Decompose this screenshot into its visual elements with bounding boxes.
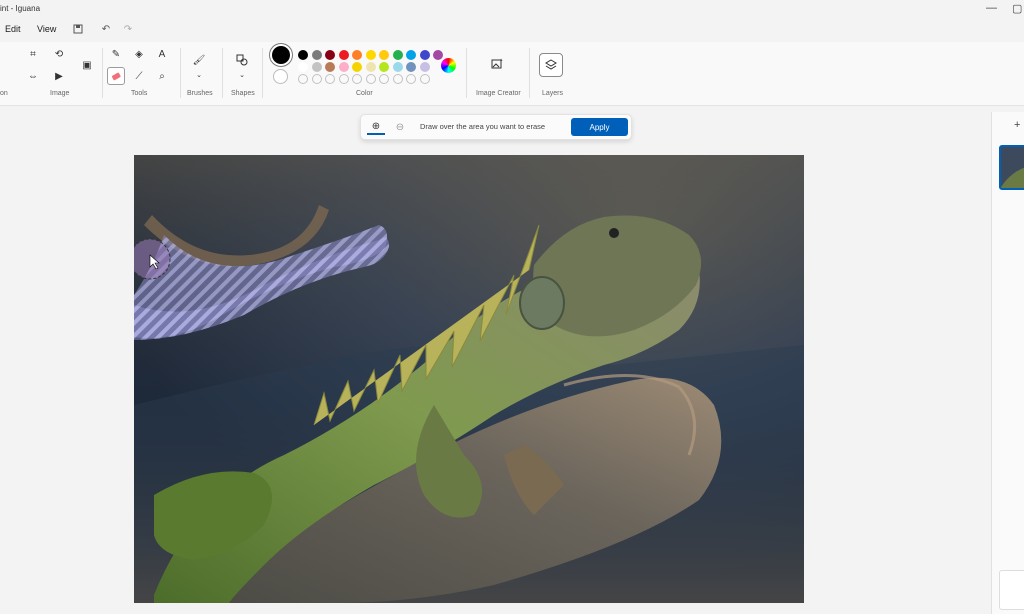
- window-title: int - Iguana: [0, 4, 41, 13]
- color-swatch[interactable]: [298, 62, 308, 72]
- secondary-color-swatch[interactable]: [273, 69, 288, 84]
- save-icon[interactable]: [70, 21, 86, 37]
- custom-color-slot[interactable]: [298, 74, 308, 84]
- drawing-canvas[interactable]: [134, 155, 804, 603]
- crop-icon[interactable]: ⌗: [24, 45, 42, 63]
- color-swatch[interactable]: [406, 50, 416, 60]
- custom-color-slot[interactable]: [392, 74, 403, 84]
- custom-color-slot[interactable]: [419, 74, 430, 84]
- color-swatch[interactable]: [433, 50, 443, 60]
- group-label-color: Color: [356, 90, 373, 97]
- color-swatch[interactable]: [365, 50, 376, 60]
- color-swatch[interactable]: [406, 62, 416, 72]
- text-icon[interactable]: A: [153, 45, 171, 63]
- color-swatch[interactable]: [392, 62, 403, 72]
- select-icon[interactable]: ▶: [50, 67, 68, 85]
- color-swatch[interactable]: [338, 50, 349, 60]
- edit-colors-icon[interactable]: [441, 58, 456, 73]
- undo-icon[interactable]: ↶: [98, 21, 114, 37]
- remove-background-icon[interactable]: ▣: [78, 56, 96, 74]
- ribbon: on ⌗ ⟲ ⇔ ▶ ▣ Image ✎ ◈ A ⟋ ⌕ Tools 🖌︎ ⌄ …: [0, 42, 1024, 106]
- group-label-layers: Layers: [542, 90, 564, 97]
- custom-color-slot[interactable]: [379, 74, 389, 84]
- svg-text:✦: ✦: [499, 58, 503, 64]
- color-swatch[interactable]: [311, 50, 322, 60]
- menu-bar: Edit View ↶ ↷: [0, 18, 1024, 42]
- color-swatch[interactable]: [379, 50, 389, 60]
- custom-color-slot[interactable]: [338, 74, 349, 84]
- divider: [222, 48, 223, 98]
- color-swatch[interactable]: [352, 50, 362, 60]
- image-creator-icon[interactable]: ✦: [488, 55, 506, 73]
- divider: [262, 48, 263, 98]
- erase-toolbar: ⊕ ⊖ Draw over the area you want to erase…: [360, 114, 632, 140]
- divider: [102, 48, 103, 98]
- group-label-shapes: Shapes: [231, 90, 255, 97]
- title-bar: int - Iguana — ▢: [0, 0, 1024, 18]
- custom-color-slot[interactable]: [406, 74, 416, 84]
- rotate-icon[interactable]: ⟲: [50, 45, 68, 63]
- remove-area-icon[interactable]: ⊖: [391, 119, 409, 135]
- color-swatch[interactable]: [325, 62, 335, 72]
- color-swatch[interactable]: [298, 50, 308, 60]
- color-swatch[interactable]: [392, 50, 403, 60]
- layer-thumbnail[interactable]: [999, 145, 1024, 190]
- menu-edit[interactable]: Edit: [5, 24, 21, 34]
- erase-hint: Draw over the area you want to erase: [420, 122, 546, 131]
- color-picker-icon[interactable]: ⟋: [130, 67, 148, 85]
- group-label-image-creator: Image Creator: [476, 90, 521, 97]
- color-swatch[interactable]: [365, 62, 376, 72]
- color-swatch[interactable]: [379, 62, 389, 72]
- color-swatch[interactable]: [419, 62, 430, 72]
- menu-view[interactable]: View: [37, 24, 56, 34]
- restore-button[interactable]: ▢: [1012, 2, 1022, 15]
- color-swatch[interactable]: [325, 50, 335, 60]
- pencil-icon[interactable]: ✎: [107, 45, 125, 63]
- group-label-selection: on: [0, 90, 8, 97]
- custom-color-slot[interactable]: [352, 74, 362, 84]
- magnifier-icon[interactable]: ⌕: [153, 67, 171, 85]
- add-layer-icon[interactable]: +: [1014, 119, 1020, 131]
- fill-icon[interactable]: ◈: [130, 45, 148, 63]
- custom-color-slot[interactable]: [325, 74, 335, 84]
- group-label-image: Image: [50, 90, 70, 97]
- color-swatch[interactable]: [419, 50, 430, 60]
- iguana-image: [134, 155, 804, 603]
- color-swatch[interactable]: [338, 62, 349, 72]
- layer-slot[interactable]: [999, 570, 1024, 610]
- primary-color-swatch[interactable]: [272, 46, 290, 64]
- layers-panel: +: [991, 112, 1024, 614]
- redo-icon[interactable]: ↷: [120, 21, 136, 37]
- color-swatch[interactable]: [311, 62, 322, 72]
- layers-icon[interactable]: [539, 53, 563, 77]
- group-label-brushes: Brushes: [187, 90, 213, 97]
- add-area-icon[interactable]: ⊕: [367, 119, 385, 135]
- custom-color-slot[interactable]: [365, 74, 376, 84]
- minimize-button[interactable]: —: [986, 2, 997, 14]
- divider: [529, 48, 530, 98]
- divider: [180, 48, 181, 98]
- chevron-down-icon[interactable]: ⌄: [233, 66, 251, 84]
- group-label-tools: Tools: [131, 90, 148, 97]
- apply-button[interactable]: Apply: [571, 118, 628, 136]
- custom-color-slot[interactable]: [311, 74, 322, 84]
- eraser-icon[interactable]: [107, 67, 125, 85]
- resize-icon[interactable]: ⇔: [24, 67, 42, 85]
- color-swatch[interactable]: [352, 62, 362, 72]
- divider: [466, 48, 467, 98]
- chevron-down-icon[interactable]: ⌄: [190, 66, 208, 84]
